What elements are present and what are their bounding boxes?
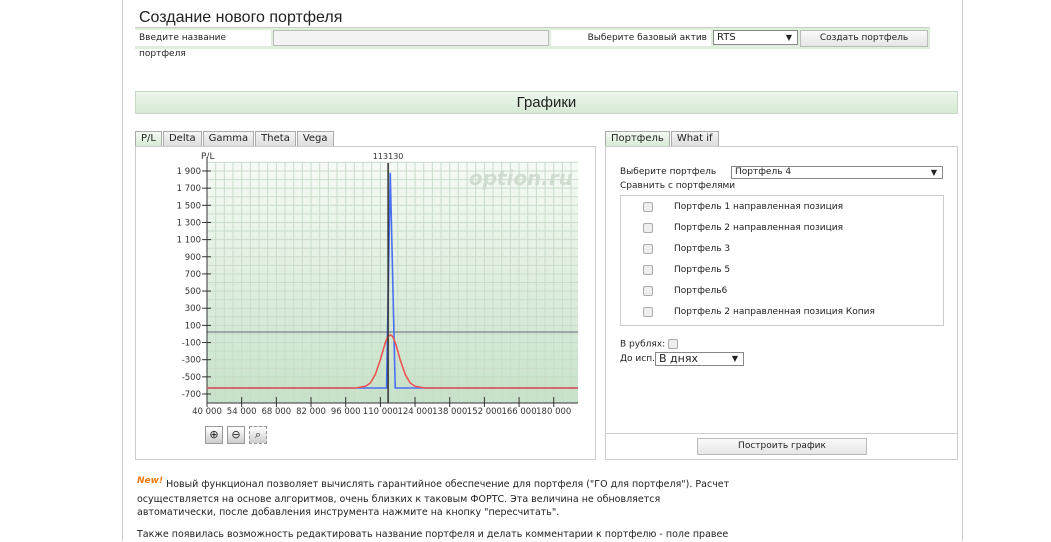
rubles-row: В рублях: xyxy=(620,339,679,350)
build-chart-button[interactable]: Построить график xyxy=(697,438,867,455)
watermark: option.ru xyxy=(469,166,573,190)
compare-item-label: Портфель6 xyxy=(674,286,728,296)
compare-label: Сравнить с портфелями xyxy=(620,181,736,191)
compare-item[interactable]: Портфель 2 направленная позиция Копия xyxy=(643,307,875,318)
x-tick-label: 166 000 xyxy=(501,407,536,417)
portfolio-panel: Выберите портфель Портфель 4 ▼ Сравнить с… xyxy=(605,146,958,460)
tab-portfolio[interactable]: Портфель xyxy=(605,131,670,146)
zoom-out-icon[interactable]: ⊖ xyxy=(227,426,245,444)
select-portfolio-label: Выберите портфель xyxy=(620,167,717,177)
rubles-label: В рублях: xyxy=(620,339,666,350)
tab-vega[interactable]: Vega xyxy=(296,131,334,146)
base-asset-value: RTS xyxy=(717,32,736,43)
compare-item[interactable]: Портфель 1 направленная позиция xyxy=(643,202,843,213)
compare-item[interactable]: Портфель 5 xyxy=(643,265,730,276)
info-text-1: Новый функционал позволяет вычислять гар… xyxy=(137,479,730,518)
y-tick-label: 300 xyxy=(185,304,201,314)
compare-item[interactable]: Портфель6 xyxy=(643,286,727,297)
x-tick-label: 40 000 xyxy=(192,407,222,417)
pl-chart[interactable]: option.ru 1 900 1 700 1 500 1 300 1 100 900 700… xyxy=(136,147,595,427)
chevron-down-icon: ▼ xyxy=(785,33,792,42)
portfolio-name-input[interactable] xyxy=(273,30,549,46)
y-tick-label: 100 xyxy=(185,321,201,331)
compare-checkbox[interactable] xyxy=(643,223,653,233)
compare-item-label: Портфель 1 направленная позиция xyxy=(674,202,844,212)
chevron-down-icon: ▼ xyxy=(930,168,937,177)
portfolio-tabs: Портфель What if xyxy=(605,131,720,146)
compare-item[interactable]: Портфель 2 направленная позиция xyxy=(643,223,843,234)
expiry-label: До исп.: xyxy=(620,354,658,364)
zoom-region-icon[interactable]: ⌕ xyxy=(249,426,267,444)
compare-list: Портфель 1 направленная позиция Портфель … xyxy=(620,195,944,326)
tab-theta[interactable]: Theta xyxy=(255,131,296,146)
portfolio-name-label: Введите название портфеля xyxy=(135,30,271,59)
y-tick-label: 1 700 xyxy=(177,184,201,194)
x-tick-label: 152 000 xyxy=(467,407,502,417)
create-portfolio-button[interactable]: Создать портфель xyxy=(800,30,928,47)
compare-item-label: Портфель 5 xyxy=(674,265,731,275)
x-tick-label: 68 000 xyxy=(261,407,291,417)
charts-section-header: Графики xyxy=(135,91,958,114)
x-tick-label: 180 000 xyxy=(536,407,571,417)
y-tick-label: -300 xyxy=(182,356,201,366)
tab-pl[interactable]: P/L xyxy=(135,131,162,146)
y-tick-label: -500 xyxy=(182,373,201,383)
x-tick-label: 96 000 xyxy=(331,407,361,417)
base-asset-label: Выберите базовый актив xyxy=(551,30,711,46)
compare-checkbox[interactable] xyxy=(643,286,653,296)
base-asset-select[interactable]: RTS ▼ xyxy=(713,30,798,45)
info-paragraph-2: Также появилась возможность редактироват… xyxy=(137,529,729,540)
y-tick-label: 1 100 xyxy=(177,236,201,246)
create-portfolio-title: Создание нового портфеля xyxy=(139,9,343,26)
chevron-down-icon: ▼ xyxy=(731,354,738,363)
info-paragraph-1: New! Новый функционал позволяет вычислят… xyxy=(137,476,737,520)
compare-item-label: Портфель 2 направленная позиция xyxy=(674,223,844,233)
y-tick-label: -700 xyxy=(182,390,201,400)
y-tick-label: -100 xyxy=(182,339,201,349)
compare-item[interactable]: Портфель 3 xyxy=(643,244,730,255)
y-tick-label: 900 xyxy=(185,253,201,263)
portfolio-select-value: Портфель 4 xyxy=(735,167,792,177)
chart-panel: option.ru 1 900 1 700 1 500 1 300 1 100 900 700… xyxy=(135,146,596,460)
compare-item-label: Портфель 3 xyxy=(674,244,731,254)
compare-checkbox[interactable] xyxy=(643,244,653,254)
tab-delta[interactable]: Delta xyxy=(162,131,202,146)
zoom-in-icon[interactable]: ⊕ xyxy=(205,426,223,444)
create-portfolio-form: Введите название портфеля Выберите базов… xyxy=(135,27,930,59)
portfolio-select[interactable]: Портфель 4 ▼ xyxy=(731,166,943,179)
expiry-select[interactable]: В днях ▼ xyxy=(655,352,744,366)
compare-checkbox[interactable] xyxy=(643,265,653,275)
x-tick-label: 82 000 xyxy=(296,407,326,417)
x-tick-label: 110 000 xyxy=(363,407,398,417)
x-tick-label: 124 000 xyxy=(397,407,432,417)
compare-checkbox[interactable] xyxy=(643,307,653,317)
divider xyxy=(606,433,957,434)
compare-item-label: Портфель 2 направленная позиция Копия xyxy=(674,307,875,317)
y-tick-label: 700 xyxy=(185,270,201,280)
x-tick-label: 54 000 xyxy=(227,407,257,417)
tab-gamma[interactable]: Gamma xyxy=(202,131,255,146)
expiry-select-value: В днях xyxy=(659,352,698,365)
y-tick-label: 1 500 xyxy=(177,201,201,211)
compare-checkbox[interactable] xyxy=(643,202,653,212)
new-badge: New! xyxy=(137,476,164,486)
y-tick-label: 500 xyxy=(185,287,201,297)
chart-tabs: P/L Delta Gamma Theta Vega xyxy=(135,131,335,146)
y-tick-label: 1 300 xyxy=(177,218,201,228)
price-marker-label: 113130 xyxy=(373,152,404,161)
y-axis-label: P/L xyxy=(201,152,214,162)
tab-what-if[interactable]: What if xyxy=(670,131,719,146)
x-tick-label: 138 000 xyxy=(432,407,467,417)
y-tick-label: 1 900 xyxy=(177,167,201,177)
rubles-checkbox[interactable] xyxy=(668,339,679,349)
